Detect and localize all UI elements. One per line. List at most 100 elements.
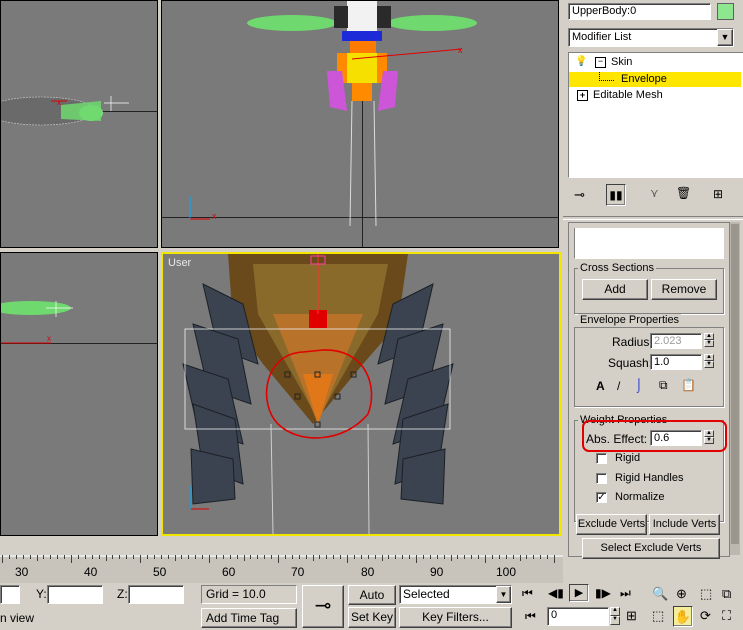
viewport-top-left[interactable]: x bbox=[0, 0, 158, 248]
chevron-down-icon[interactable]: ▼ bbox=[496, 586, 511, 603]
next-frame-icon[interactable]: ▮▶ bbox=[595, 586, 611, 600]
modifier-list-dropdown[interactable]: Modifier List ▼ bbox=[568, 28, 734, 47]
timeline-tick bbox=[257, 555, 259, 559]
select-exclude-verts-button[interactable]: Select Exclude Verts bbox=[582, 538, 720, 559]
stack-item-envelope[interactable]: Envelope bbox=[569, 72, 741, 87]
key-mode-icon[interactable]: ⏮ bbox=[525, 609, 536, 624]
rollout-scrollbar-thumb[interactable] bbox=[731, 224, 739, 544]
relative-icon[interactable]: / bbox=[617, 379, 620, 393]
timeline-tick bbox=[381, 555, 383, 561]
paste-icon[interactable]: 📋 bbox=[681, 378, 696, 392]
timeline-tick bbox=[140, 555, 141, 563]
viewport-bottom-left[interactable]: x bbox=[0, 252, 158, 536]
bone-list-remnant[interactable] bbox=[574, 228, 724, 259]
timeline-tick bbox=[146, 555, 148, 559]
frame-spinner[interactable]: ▲ ▼ bbox=[610, 607, 620, 626]
timeline-tick bbox=[167, 555, 169, 559]
current-frame-field[interactable]: 0 bbox=[547, 607, 609, 626]
time-configuration-icon[interactable]: ⊞ bbox=[626, 608, 637, 624]
side-view-mesh: x bbox=[1, 96, 129, 126]
timeline-tick bbox=[29, 555, 31, 559]
absolute-icon[interactable]: A bbox=[596, 379, 605, 393]
exclude-verts-button[interactable]: Exclude Verts bbox=[576, 514, 647, 535]
tick-label: 80 bbox=[361, 565, 375, 579]
y-coordinate-field[interactable] bbox=[47, 585, 103, 604]
squash-spinner[interactable]: ▲ ▼ bbox=[704, 354, 714, 369]
viewport-user-active[interactable]: User bbox=[161, 252, 561, 536]
rollout-area[interactable]: Cross Sections Add Remove Envelope Prope… bbox=[568, 222, 730, 559]
object-color-swatch[interactable] bbox=[717, 3, 734, 20]
key-filters-button[interactable]: Key Filters... bbox=[399, 607, 512, 628]
timeline-tick bbox=[43, 555, 45, 559]
radius-spinner[interactable]: ▲ ▼ bbox=[704, 333, 714, 348]
remove-modifier-icon[interactable]: 🗑 bbox=[676, 186, 691, 200]
stack-item-editable-mesh[interactable]: + Editable Mesh bbox=[569, 89, 741, 104]
zoom-extents-icon[interactable]: ⬚ bbox=[700, 586, 712, 602]
timeline-tick bbox=[554, 555, 555, 563]
timeline-tick bbox=[526, 555, 528, 559]
play-icon[interactable]: ▶ bbox=[569, 584, 589, 602]
timeline-tick bbox=[264, 555, 266, 559]
object-name-field[interactable]: UpperBody:0 bbox=[568, 3, 711, 20]
configure-modifier-sets-icon[interactable]: ⊞ bbox=[713, 187, 723, 201]
show-end-result-button[interactable]: ▮▮ bbox=[606, 184, 626, 206]
arc-rotate-icon[interactable]: ⟳ bbox=[700, 608, 711, 624]
rollout-scrollbar[interactable] bbox=[730, 222, 740, 555]
timeline-tick bbox=[485, 555, 486, 563]
squash-input[interactable]: 1.0 bbox=[650, 354, 702, 370]
timeline-tick bbox=[519, 555, 521, 561]
timeline-tick bbox=[160, 555, 162, 559]
z-coordinate-field[interactable] bbox=[128, 585, 184, 604]
make-unique-icon[interactable]: ⋎ bbox=[650, 186, 659, 200]
copy-icon[interactable]: ⧉ bbox=[659, 378, 668, 393]
previous-frame-icon[interactable]: ◀▮ bbox=[548, 586, 564, 600]
rigid-checkbox[interactable] bbox=[596, 453, 607, 464]
set-key-button[interactable]: Set Key bbox=[348, 607, 396, 628]
zoom-icon[interactable]: 🔍 bbox=[652, 586, 668, 602]
timeline-tick bbox=[8, 555, 10, 559]
auto-key-button[interactable]: Auto Key bbox=[348, 585, 396, 620]
add-time-tag-button[interactable]: Add Time Tag bbox=[201, 608, 297, 628]
x-coordinate-field[interactable] bbox=[0, 585, 20, 604]
modifier-stack[interactable]: 💡 − Skin Envelope + Editable Mesh bbox=[568, 52, 743, 178]
status-bar: Y: Z: Grid = 10.0 n view Add Time Tag ⊸ … bbox=[0, 583, 743, 630]
command-panel: UpperBody:0 Modifier List ▼ 💡 − Skin Env… bbox=[563, 0, 743, 559]
timeline-tick bbox=[533, 555, 535, 559]
rigid-handles-checkbox[interactable] bbox=[596, 473, 607, 484]
key-mode-toggle-button[interactable]: ⊸ bbox=[302, 585, 344, 628]
key-mode-select[interactable]: Selected ▼ bbox=[399, 585, 512, 604]
remove-cross-section-button[interactable]: Remove bbox=[651, 279, 717, 300]
goto-start-icon[interactable]: ⏮ bbox=[522, 586, 533, 601]
zoom-extents-all-icon[interactable]: ⧉ bbox=[722, 586, 731, 602]
include-verts-button[interactable]: Include Verts bbox=[649, 514, 720, 535]
stack-item-editable-mesh-label: Editable Mesh bbox=[593, 89, 663, 101]
timeline-tick bbox=[491, 555, 493, 559]
pin-stack-icon[interactable]: ⊸ bbox=[574, 187, 585, 203]
rigid-handles-label: Rigid Handles bbox=[615, 472, 684, 484]
lightbulb-icon[interactable]: 💡 bbox=[575, 56, 587, 67]
collapse-icon[interactable]: − bbox=[595, 57, 606, 68]
region-zoom-icon[interactable]: ⬚ bbox=[652, 608, 664, 624]
timeline-tick bbox=[367, 555, 369, 559]
trackbar[interactable]: 30 40 50 60 70 80 90 100 bbox=[0, 555, 563, 583]
pan-icon[interactable]: ✋ bbox=[673, 606, 693, 627]
expand-icon[interactable]: + bbox=[577, 90, 588, 101]
timeline-tick bbox=[291, 555, 293, 559]
viewport-front[interactable]: x x bbox=[161, 0, 559, 248]
tick-label: 70 bbox=[291, 565, 305, 579]
goto-end-icon[interactable]: ⏭ bbox=[620, 586, 631, 601]
svg-text:x: x bbox=[458, 45, 463, 55]
envelope-properties-title: Envelope Properties bbox=[578, 314, 682, 326]
timeline-tick bbox=[195, 555, 197, 559]
chevron-down-icon[interactable]: ▼ bbox=[717, 29, 733, 46]
timeline-tick bbox=[443, 555, 445, 559]
maximize-viewport-icon[interactable]: ⛶ bbox=[722, 608, 731, 624]
radius-input[interactable]: 2.023 bbox=[650, 333, 702, 349]
falloff-curve-icon[interactable]: ⌡ bbox=[635, 377, 643, 392]
zoom-all-icon[interactable]: ⊕ bbox=[676, 586, 687, 602]
stack-item-skin[interactable]: 💡 − Skin bbox=[569, 56, 741, 71]
add-cross-section-button[interactable]: Add bbox=[582, 279, 648, 300]
svg-text:x: x bbox=[212, 211, 217, 221]
timeline-tick bbox=[464, 555, 466, 559]
normalize-checkbox[interactable]: ✓ bbox=[596, 492, 607, 503]
